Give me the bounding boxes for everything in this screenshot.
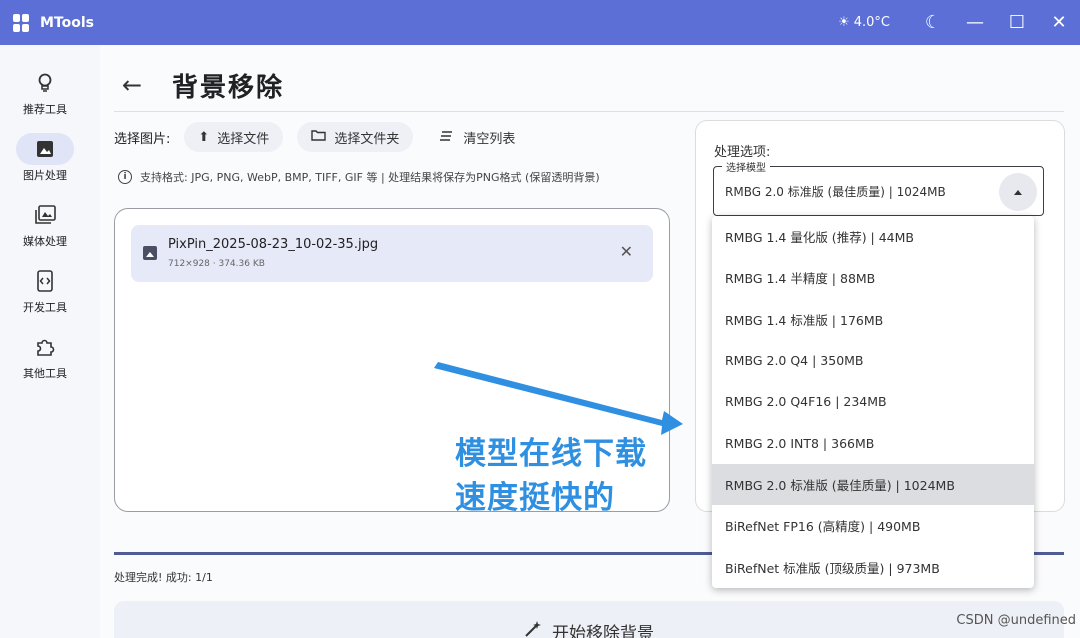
maximize-icon: ☐ xyxy=(1008,12,1026,33)
model-select-legend: 选择模型 xyxy=(722,159,770,174)
close-button[interactable]: ✕ xyxy=(1038,0,1080,45)
model-dropdown-menu: RMBG 1.4 量化版 (推荐) | 44MB RMBG 1.4 半精度 | 8… xyxy=(712,216,1034,588)
model-select[interactable]: 选择模型 RMBG 2.0 标准版 (最佳质量) | 1024MB xyxy=(713,159,1044,216)
select-label: 选择图片: xyxy=(114,131,171,147)
moon-icon: ☾ xyxy=(924,12,942,33)
options-label: 处理选项: xyxy=(714,145,771,160)
code-icon xyxy=(16,265,74,297)
start-remove-bg-button[interactable]: 开始移除背景 xyxy=(114,601,1064,638)
sidebar-item-label: 图片处理 xyxy=(23,169,67,182)
theme-toggle-button[interactable]: ☾ xyxy=(912,0,954,45)
file-name: PixPin_2025-08-23_10-02-35.jpg xyxy=(168,237,379,252)
dropdown-toggle-button[interactable] xyxy=(999,173,1037,211)
list-item[interactable]: PixPin_2025-08-23_10-02-35.jpg 712×928 ·… xyxy=(131,225,653,282)
upload-icon: ⬆ xyxy=(198,129,210,145)
sidebar-item-label: 推荐工具 xyxy=(23,103,67,116)
dropdown-option[interactable]: RMBG 2.0 Q4F16 | 234MB xyxy=(712,381,1034,422)
dropdown-option[interactable]: RMBG 1.4 半精度 | 88MB xyxy=(712,257,1034,298)
app-logo-icon xyxy=(13,13,31,32)
minimize-icon: — xyxy=(966,12,984,33)
model-select-value: RMBG 2.0 标准版 (最佳质量) | 1024MB xyxy=(725,185,946,199)
weather-temp: 4.0°C xyxy=(853,15,890,30)
folder-icon xyxy=(311,129,327,145)
photo-library-icon xyxy=(16,199,74,231)
dropdown-option[interactable]: RMBG 2.0 Q4 | 350MB xyxy=(712,340,1034,381)
sidebar: 推荐工具 图片处理 媒体处理 开发工具 其他工具 xyxy=(0,45,100,638)
divider xyxy=(114,111,1064,112)
watermark: CSDN @undefined xyxy=(956,613,1076,628)
sidebar-item-dev[interactable]: 开发工具 xyxy=(0,265,90,315)
dropdown-option[interactable]: BiRefNet FP16 (高精度) | 490MB xyxy=(712,505,1034,546)
app-title: MTools xyxy=(40,14,94,31)
minimize-button[interactable]: — xyxy=(954,0,996,45)
back-button[interactable]: ← xyxy=(122,71,142,99)
file-meta: 712×928 · 374.36 KB xyxy=(168,259,265,269)
close-icon: ✕ xyxy=(619,242,633,261)
sidebar-item-label: 其他工具 xyxy=(23,367,67,380)
page-title: 背景移除 xyxy=(172,73,285,103)
dropdown-option[interactable]: RMBG 1.4 量化版 (推荐) | 44MB xyxy=(712,216,1034,257)
status-text: 处理完成! 成功: 1/1 xyxy=(114,571,213,584)
title-bar: MTools ☀ 4.0°C ☾ — ☐ ✕ xyxy=(0,0,1080,45)
sidebar-item-media[interactable]: 媒体处理 xyxy=(0,199,90,249)
file-list: PixPin_2025-08-23_10-02-35.jpg 712×928 ·… xyxy=(114,208,670,512)
sun-icon: ☀ xyxy=(838,15,850,30)
close-icon: ✕ xyxy=(1051,12,1067,33)
remove-file-button[interactable]: ✕ xyxy=(620,242,633,261)
format-info: i 支持格式: JPG, PNG, WebP, BMP, TIFF, GIF 等… xyxy=(118,169,600,185)
clear-list-button[interactable]: 清空列表 xyxy=(433,128,521,147)
magic-wand-icon xyxy=(524,620,542,638)
clear-list-label: 清空列表 xyxy=(463,131,516,147)
select-folder-label: 选择文件夹 xyxy=(334,131,400,147)
weather-widget[interactable]: ☀ 4.0°C xyxy=(838,15,890,30)
maximize-button[interactable]: ☐ xyxy=(996,0,1038,45)
sidebar-item-label: 媒体处理 xyxy=(23,235,67,248)
select-file-button[interactable]: ⬆ 选择文件 xyxy=(184,122,284,152)
dropdown-option[interactable]: BiRefNet 标准版 (顶级质量) | 973MB xyxy=(712,546,1034,587)
file-select-toolbar: 选择图片: ⬆ 选择文件 选择文件夹 清空列表 xyxy=(114,122,521,152)
image-icon xyxy=(16,133,74,165)
info-icon: i xyxy=(118,170,132,184)
puzzle-icon xyxy=(16,331,74,363)
sidebar-item-label: 开发工具 xyxy=(23,301,67,314)
select-file-label: 选择文件 xyxy=(217,131,270,147)
select-folder-button[interactable]: 选择文件夹 xyxy=(297,122,414,152)
info-text: 支持格式: JPG, PNG, WebP, BMP, TIFF, GIF 等 |… xyxy=(140,171,600,184)
dropdown-option[interactable]: RMBG 1.4 标准版 | 176MB xyxy=(712,299,1034,340)
dropdown-option[interactable]: RMBG 2.0 标准版 (最佳质量) | 1024MB xyxy=(712,463,1034,506)
start-button-label: 开始移除背景 xyxy=(552,624,654,638)
sidebar-item-other[interactable]: 其他工具 xyxy=(0,331,90,381)
sidebar-item-recommended[interactable]: 推荐工具 xyxy=(0,67,90,117)
clear-all-icon xyxy=(439,130,453,145)
image-file-icon xyxy=(143,246,157,260)
sidebar-item-image[interactable]: 图片处理 xyxy=(0,133,90,183)
lightbulb-icon xyxy=(16,67,74,99)
dropdown-option[interactable]: RMBG 2.0 INT8 | 366MB xyxy=(712,422,1034,463)
